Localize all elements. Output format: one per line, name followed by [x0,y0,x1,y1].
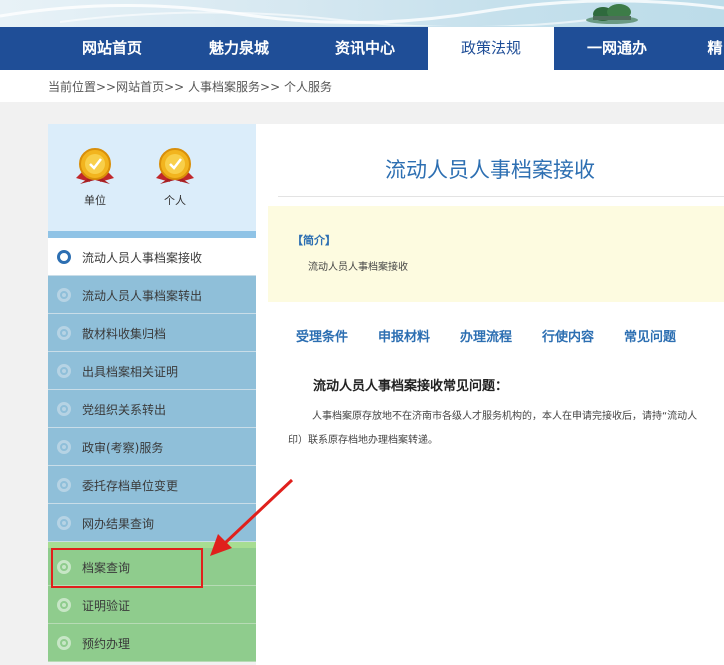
intro-panel: 【简介】 流动人员人事档案接收 [268,206,724,302]
title-divider [278,196,724,197]
circle-bullet-icon [57,478,71,492]
sidebar-item-label: 预约办理 [82,637,131,651]
sidebar-item-archive-transfer[interactable]: 流动人员人事档案转出 [48,276,256,314]
sidebar-item-label: 散材料收集归档 [82,327,167,341]
circle-bullet-icon [57,516,71,530]
circle-bullet-icon [57,326,71,340]
intro-heading: 【简介】 [292,234,336,247]
tab-conditions[interactable]: 受理条件 [296,326,348,345]
sidebar-item-label: 出具档案相关证明 [82,365,179,379]
breadcrumb-text: 当前位置>>网站首页>> 人事档案服务>> 个人服务 [48,80,332,94]
sidebar-item-archive-certificate[interactable]: 出具档案相关证明 [48,352,256,390]
sidebar-item-label: 党组织关系转出 [82,403,167,417]
page-title: 流动人员人事档案接收 [385,158,595,182]
sidebar-item-material-filing[interactable]: 散材料收集归档 [48,314,256,352]
circle-bullet-icon [57,636,71,650]
sidebar-item-label: 证明验证 [82,599,131,613]
highlight-box [51,548,203,588]
faq-title: 流动人员人事档案接收常见问题： [313,379,509,394]
circle-bullet-icon [57,364,71,378]
nav-item-partial[interactable]: 精 [680,27,724,70]
unit-medal-label: 单位 [84,194,106,207]
sidebar-item-label: 流动人员人事档案转出 [82,289,203,303]
sidebar-item-label: 流动人员人事档案接收 [82,251,203,265]
unit-medal-button[interactable] [68,144,122,194]
personal-medal-button[interactable] [148,144,202,194]
circle-bullet-icon [57,250,71,264]
island-landscape-icon [586,4,638,24]
intro-text: 流动人员人事档案接收 [308,262,408,273]
faq-text-line2: 印）联系原存档地办理档案转递。 [288,435,438,446]
nav-item-news[interactable]: 资讯中心 [302,27,428,70]
sidebar-item-label: 政审(考察)服务 [82,441,164,455]
sidebar-item-result-query[interactable]: 网办结果查询 [48,504,256,542]
tab-materials[interactable]: 申报材料 [378,326,430,345]
circle-bullet-icon [57,402,71,416]
sidebar-divider [48,231,256,238]
tab-content[interactable]: 行使内容 [542,326,594,345]
sidebar-item-archive-receive[interactable]: 流动人员人事档案接收 [48,238,256,276]
circle-bullet-icon [57,440,71,454]
sidebar-item-political-review[interactable]: 政审(考察)服务 [48,428,256,466]
nav-item-one-stop[interactable]: 一网通办 [554,27,680,70]
main-nav: 网站首页 魅力泉城 资讯中心 政策法规 一网通办 精 [0,27,724,70]
faq-text-line1: 人事档案原存放地不在济南市各级人才服务机构的，本人在申请完接收后，请持“流动人 [312,411,698,422]
sidebar-item-label: 委托存档单位变更 [82,479,179,493]
nav-item-policy[interactable]: 政策法规 [428,27,554,70]
sidebar-user-type-panel: 单位 个人 [48,124,256,231]
tab-process[interactable]: 办理流程 [460,326,512,345]
sidebar-item-label: 网办结果查询 [82,517,155,531]
sidebar-item-appointment[interactable]: 预约办理 [48,624,256,662]
sidebar-item-certificate-verify[interactable]: 证明验证 [48,586,256,624]
content-tabs: 受理条件 申报材料 办理流程 行使内容 常见问题 [256,326,724,346]
circle-bullet-icon [57,598,71,612]
gold-medal-icon [156,148,194,184]
main-content: 流动人员人事档案接收 【简介】 流动人员人事档案接收 受理条件 申报材料 办理流… [256,124,724,665]
nav-item-home[interactable]: 网站首页 [48,27,176,70]
gold-medal-icon [76,148,114,184]
circle-bullet-icon [57,288,71,302]
nav-item-charm-city[interactable]: 魅力泉城 [176,27,302,70]
breadcrumb: 当前位置>>网站首页>> 人事档案服务>> 个人服务 [0,70,724,102]
tab-faq[interactable]: 常见问题 [624,326,676,345]
top-banner [0,0,724,27]
sidebar-item-unit-change[interactable]: 委托存档单位变更 [48,466,256,504]
personal-medal-label: 个人 [164,194,186,207]
sidebar-item-party-transfer[interactable]: 党组织关系转出 [48,390,256,428]
